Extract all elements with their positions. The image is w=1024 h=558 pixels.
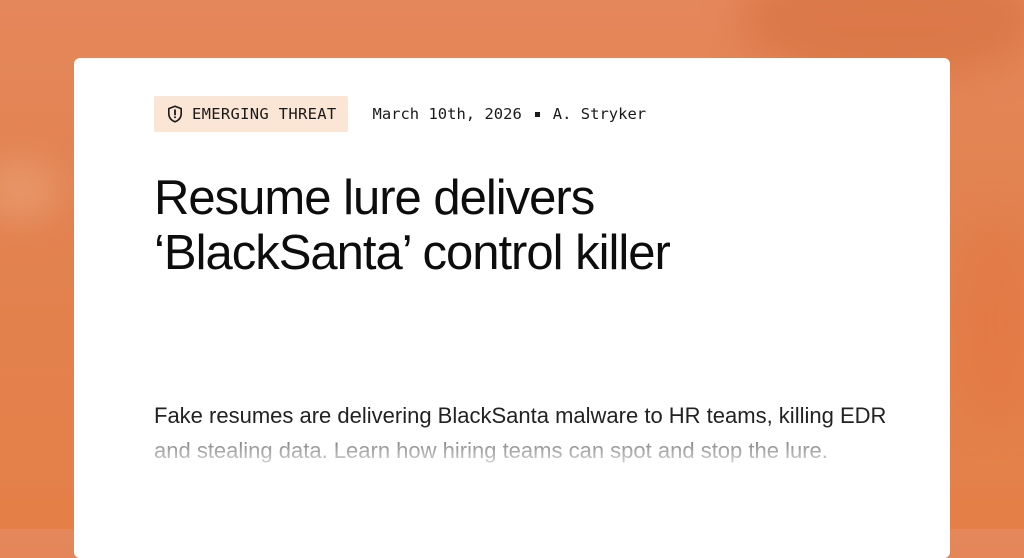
article-meta: EMERGING THREAT March 10th, 2026 A. Stry… [154,96,646,132]
article-summary: Fake resumes are delivering BlackSanta m… [154,403,887,463]
background-decoration [0,160,60,220]
badge-label: EMERGING THREAT [192,105,337,123]
date-author-line: March 10th, 2026 A. Stryker [372,105,646,123]
publish-date: March 10th, 2026 [372,105,522,123]
article-card[interactable]: EMERGING THREAT March 10th, 2026 A. Stry… [74,58,950,558]
separator-dot [534,111,540,117]
author-name[interactable]: A. Stryker [553,105,646,123]
background-decoration [950,220,1024,420]
category-badge[interactable]: EMERGING THREAT [154,96,349,132]
article-title[interactable]: Resume lure delivers ‘BlackSanta’ contro… [154,171,854,281]
shield-alert-icon [166,105,184,123]
